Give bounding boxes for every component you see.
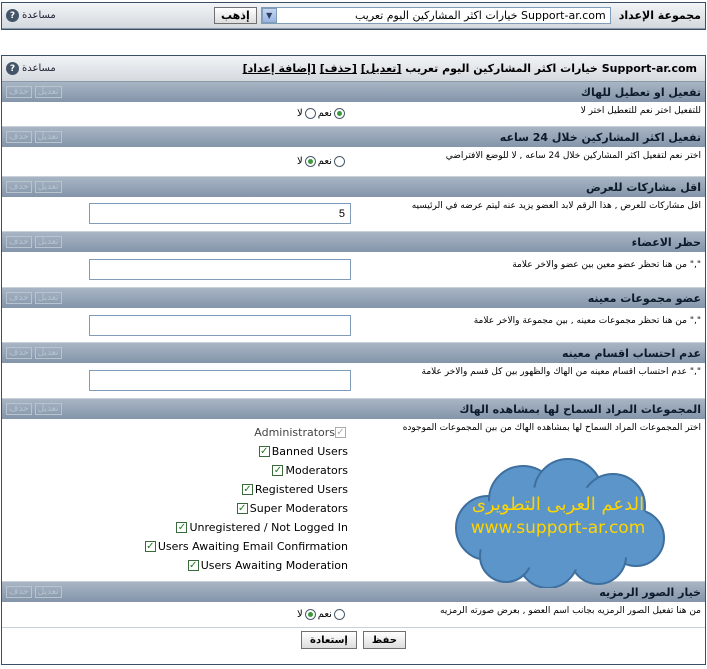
yes-no-radio-group: لا نعم bbox=[297, 609, 345, 620]
section-header: حذف تعديل تفعيل او تعطيل للهاك bbox=[2, 82, 705, 102]
edit-button[interactable]: تعديل bbox=[34, 131, 62, 143]
edit-button[interactable]: تعديل bbox=[34, 292, 62, 304]
no-radio[interactable] bbox=[304, 609, 316, 620]
delete-button[interactable]: حذف bbox=[6, 86, 32, 98]
section-header: حذف تعديل عدم احتساب اقسام معينه bbox=[2, 343, 705, 363]
add-setting-link[interactable]: [إضافة إعداد] bbox=[243, 62, 316, 75]
checkbox-icon[interactable]: ✓ bbox=[236, 503, 248, 514]
watermark-url-text: www.support-ar.com bbox=[470, 518, 646, 538]
edit-button[interactable]: تعديل bbox=[34, 236, 62, 248]
delete-button[interactable]: حذف bbox=[6, 586, 32, 598]
help-link[interactable]: ? مساعدة bbox=[6, 62, 56, 75]
setting-row: لا نعم للتفعيل اختر نعم للتعطيل اختر لا bbox=[2, 102, 705, 127]
excluded-forums-input[interactable] bbox=[89, 370, 351, 391]
group-checkbox-unregistered[interactable]: ✓ Unregistered / Not Logged In bbox=[176, 521, 348, 534]
group-checkbox-administrators[interactable]: Administrators ✓ bbox=[254, 426, 348, 439]
yes-radio[interactable] bbox=[333, 156, 345, 167]
edit-button[interactable]: تعديل bbox=[34, 403, 62, 415]
no-radio[interactable] bbox=[304, 156, 316, 167]
settings-group-label: مجموعة الإعداد bbox=[618, 9, 701, 22]
checkbox-icon[interactable]: ✓ bbox=[241, 484, 253, 495]
form-buttons: إستعادة حفظ bbox=[2, 628, 705, 652]
delete-button[interactable]: حذف bbox=[6, 236, 32, 248]
setting-row: من هنا تحظر مجموعات معينه , بين مجموعة و… bbox=[2, 308, 705, 343]
delete-link[interactable]: [حذف] bbox=[320, 62, 357, 75]
help-link[interactable]: ? مساعدة bbox=[6, 9, 56, 22]
section-header: حذف تعديل اقل مشاركات للعرض bbox=[2, 177, 705, 197]
delete-button[interactable]: حذف bbox=[6, 403, 32, 415]
delete-button[interactable]: حذف bbox=[6, 292, 32, 304]
help-icon: ? bbox=[6, 62, 19, 75]
setting-row: عدم احتساب اقسام معينه من الهاك والظهور … bbox=[2, 363, 705, 399]
settings-group-select[interactable]: ▼ خيارات اكثر المشاركين اليوم تعريب Supp… bbox=[260, 7, 611, 24]
edit-button[interactable]: تعديل bbox=[34, 347, 62, 359]
banned-members-input[interactable] bbox=[89, 259, 351, 280]
setting-row: من هنا تحظر عضو معين بين عضو والاخر علام… bbox=[2, 252, 705, 288]
go-button[interactable]: إذهب bbox=[214, 7, 257, 24]
page-title: [إضافة إعداد] [حذف] [تعديل] خيارات اكثر … bbox=[242, 62, 697, 75]
min-posts-input[interactable] bbox=[89, 203, 351, 224]
watermark-arabic-text: الدعم العربى التطويرى bbox=[471, 494, 645, 515]
edit-button[interactable]: تعديل bbox=[34, 86, 62, 98]
checkbox-icon[interactable]: ✓ bbox=[272, 465, 284, 476]
setting-description: من هنا تفعيل الصور الرمزيه بجانب اسم الع… bbox=[440, 606, 701, 616]
checkbox-icon[interactable]: ✓ bbox=[187, 560, 199, 571]
group-checkbox-super-moderators[interactable]: ✓ Super Moderators bbox=[236, 502, 348, 515]
group-checkbox-awaiting-email[interactable]: ✓ Users Awaiting Email Confirmation bbox=[144, 540, 348, 553]
delete-button[interactable]: حذف bbox=[6, 181, 32, 193]
group-checkbox-awaiting-moderation[interactable]: ✓ Users Awaiting Moderation bbox=[187, 559, 348, 572]
group-checkbox-registered[interactable]: ✓ Registered Users bbox=[241, 483, 348, 496]
excluded-groups-input[interactable] bbox=[89, 315, 351, 336]
setting-row: لا نعم اختر نعم لتفعيل اكثر المشاركين خل… bbox=[2, 147, 705, 177]
checkbox-icon[interactable]: ✓ bbox=[335, 427, 346, 438]
setting-description: عدم احتساب اقسام معينه من الهاك والظهور … bbox=[421, 367, 701, 377]
yes-no-radio-group: لا نعم bbox=[297, 156, 345, 167]
no-radio[interactable] bbox=[304, 108, 316, 119]
edit-button[interactable]: تعديل bbox=[34, 586, 62, 598]
edit-link[interactable]: [تعديل] bbox=[361, 62, 402, 75]
setting-description: اختر نعم لتفعيل اكثر المشاركين خلال 24 س… bbox=[445, 151, 701, 161]
save-button[interactable]: حفظ bbox=[362, 631, 406, 649]
chevron-down-icon[interactable]: ▼ bbox=[261, 8, 277, 23]
checkbox-icon[interactable]: ✓ bbox=[176, 522, 188, 533]
settings-group-bar: ? مساعدة إذهب ▼ خيارات اكثر المشاركين ال… bbox=[1, 2, 706, 30]
checkbox-icon[interactable]: ✓ bbox=[144, 541, 156, 552]
help-icon: ? bbox=[6, 9, 19, 22]
yes-radio[interactable] bbox=[333, 609, 345, 620]
group-checkbox-moderators[interactable]: ✓ Moderators bbox=[272, 464, 348, 477]
delete-button[interactable]: حذف bbox=[6, 347, 32, 359]
setting-description: من هنا تحظر عضو معين بين عضو والاخر علام… bbox=[512, 260, 701, 270]
checkbox-icon[interactable]: ✓ bbox=[258, 446, 270, 457]
group-checkbox-banned[interactable]: ✓ Banned Users bbox=[258, 445, 348, 458]
setting-description: اختر المجموعات المراد السماح لها بمشاهده… bbox=[402, 423, 701, 433]
setting-row: لا نعم من هنا تفعيل الصور الرمزيه بجانب … bbox=[2, 602, 705, 628]
setting-description: من هنا تحظر مجموعات معينه , بين مجموعة و… bbox=[473, 316, 701, 326]
section-header: حذف تعديل حظر الاعضاء bbox=[2, 232, 705, 252]
setting-row: اقل مشاركات للعرض , هذا الرقم لابد العضو… bbox=[2, 197, 705, 232]
yes-no-radio-group: لا نعم bbox=[297, 108, 345, 119]
setting-description: للتفعيل اختر نعم للتعطيل اختر لا bbox=[580, 106, 701, 116]
section-header: حذف تعديل تفعيل اكثر المشاركين خلال 24 س… bbox=[2, 127, 705, 147]
yes-radio[interactable] bbox=[333, 108, 345, 119]
edit-button[interactable]: تعديل bbox=[34, 181, 62, 193]
delete-button[interactable]: حذف bbox=[6, 131, 32, 143]
reset-button[interactable]: إستعادة bbox=[301, 631, 357, 649]
section-header: حذف تعديل المجموعات المراد السماح لها بم… bbox=[2, 399, 705, 419]
setting-description: اقل مشاركات للعرض , هذا الرقم لابد العضو… bbox=[411, 201, 701, 211]
section-header: حذف تعديل عضو مجموعات معينه bbox=[2, 288, 705, 308]
